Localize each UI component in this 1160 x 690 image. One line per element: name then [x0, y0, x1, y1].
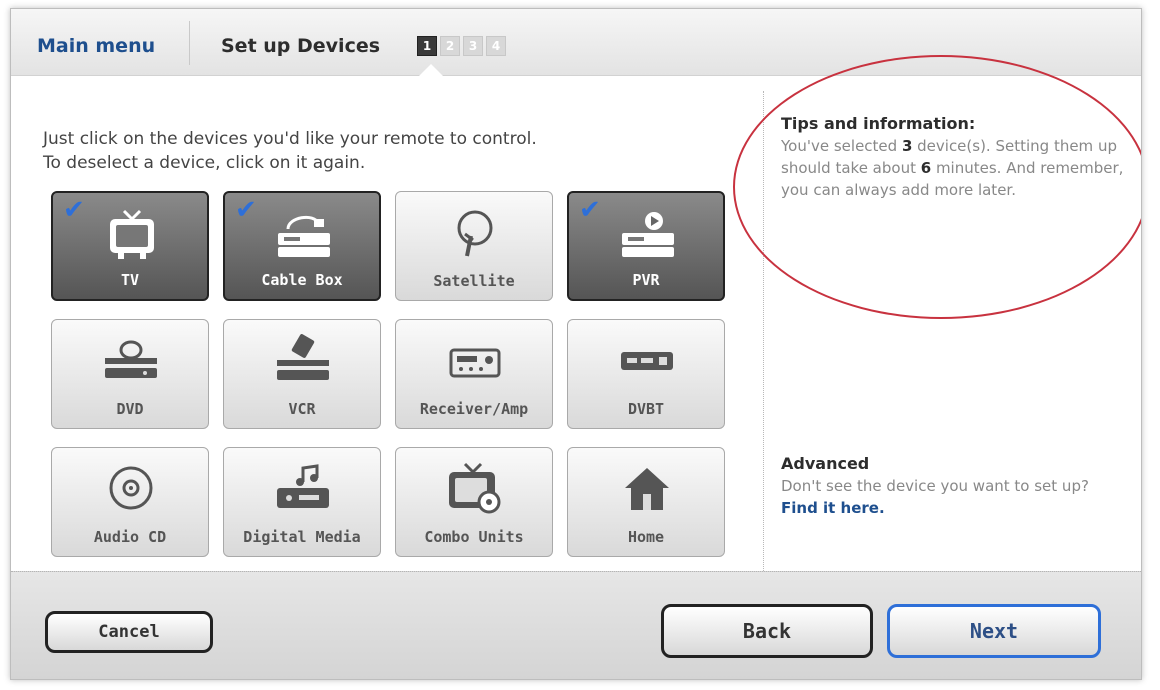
device-label: TV [120, 271, 140, 289]
checkmark-icon: ✔ [235, 195, 257, 225]
device-tile-cable-box[interactable]: ✔ Cable Box [223, 191, 381, 301]
tv-icon [110, 209, 154, 259]
annotation-circle [733, 55, 1141, 319]
back-button[interactable]: Back [661, 604, 873, 658]
page-title: Set up Devices [221, 35, 381, 57]
step-2: 2 [440, 36, 460, 56]
audio-cd-icon [109, 466, 153, 510]
device-label: Satellite [433, 272, 515, 290]
device-tile-combo-units[interactable]: Combo Units [395, 447, 553, 557]
pvr-icon [622, 212, 674, 257]
device-label: Receiver/Amp [419, 400, 529, 418]
advanced-title: Advanced [781, 454, 870, 473]
setup-window: Main menu Set up Devices 1 2 3 4 Just cl… [10, 8, 1142, 680]
combo-units-icon [449, 462, 501, 514]
device-label: DVBT [627, 400, 665, 418]
vcr-icon [277, 334, 329, 380]
advanced-text: Don't see the device you want to set up? [781, 477, 1089, 495]
device-tile-receiver-amp[interactable]: Receiver/Amp [395, 319, 553, 429]
footer-bar: Cancel Back Next [11, 571, 1141, 679]
cable-box-icon [278, 215, 330, 257]
device-tile-dvd[interactable]: DVD [51, 319, 209, 429]
step-3: 3 [463, 36, 483, 56]
instructions-line-2: To deselect a device, click on it again. [43, 153, 366, 173]
device-label: Audio CD [93, 528, 167, 546]
device-label: PVR [632, 271, 660, 289]
step-pointer [419, 64, 443, 76]
device-label: DVD [116, 400, 144, 418]
device-tile-audio-cd[interactable]: Audio CD [51, 447, 209, 557]
digital-media-icon [277, 464, 329, 508]
next-button[interactable]: Next [887, 604, 1101, 658]
step-1: 1 [417, 36, 437, 56]
device-tile-dvbt[interactable]: DVBT [567, 319, 725, 429]
checkmark-icon: ✔ [579, 195, 601, 225]
dvd-icon [105, 340, 157, 378]
step-indicator: 1 2 3 4 [417, 36, 506, 56]
advanced-panel: Advanced Don't see the device you want t… [781, 453, 1121, 519]
device-label: Combo Units [424, 528, 524, 546]
instructions: Just click on the devices you'd like you… [43, 127, 537, 175]
dvbt-icon [621, 352, 673, 370]
cancel-button[interactable]: Cancel [45, 611, 213, 653]
device-tile-satellite[interactable]: Satellite [395, 191, 553, 301]
device-tile-pvr[interactable]: ✔ PVR [567, 191, 725, 301]
find-device-link[interactable]: Find it here. [781, 499, 885, 517]
device-label: Digital Media [243, 528, 361, 546]
main-menu-link[interactable]: Main menu [37, 35, 155, 57]
device-label: Cable Box [261, 271, 343, 289]
satellite-icon [457, 210, 493, 257]
home-icon [625, 468, 669, 510]
instructions-line-1: Just click on the devices you'd like you… [43, 129, 537, 149]
device-label: Home [627, 528, 665, 546]
device-tile-home[interactable]: Home [567, 447, 725, 557]
checkmark-icon: ✔ [63, 195, 85, 225]
step-4: 4 [486, 36, 506, 56]
device-tile-digital-media[interactable]: Digital Media [223, 447, 381, 557]
device-tile-vcr[interactable]: VCR [223, 319, 381, 429]
header-divider [189, 21, 190, 65]
device-label: VCR [288, 400, 316, 418]
receiver-icon [449, 348, 501, 378]
device-tile-tv[interactable]: ✔ TV [51, 191, 209, 301]
